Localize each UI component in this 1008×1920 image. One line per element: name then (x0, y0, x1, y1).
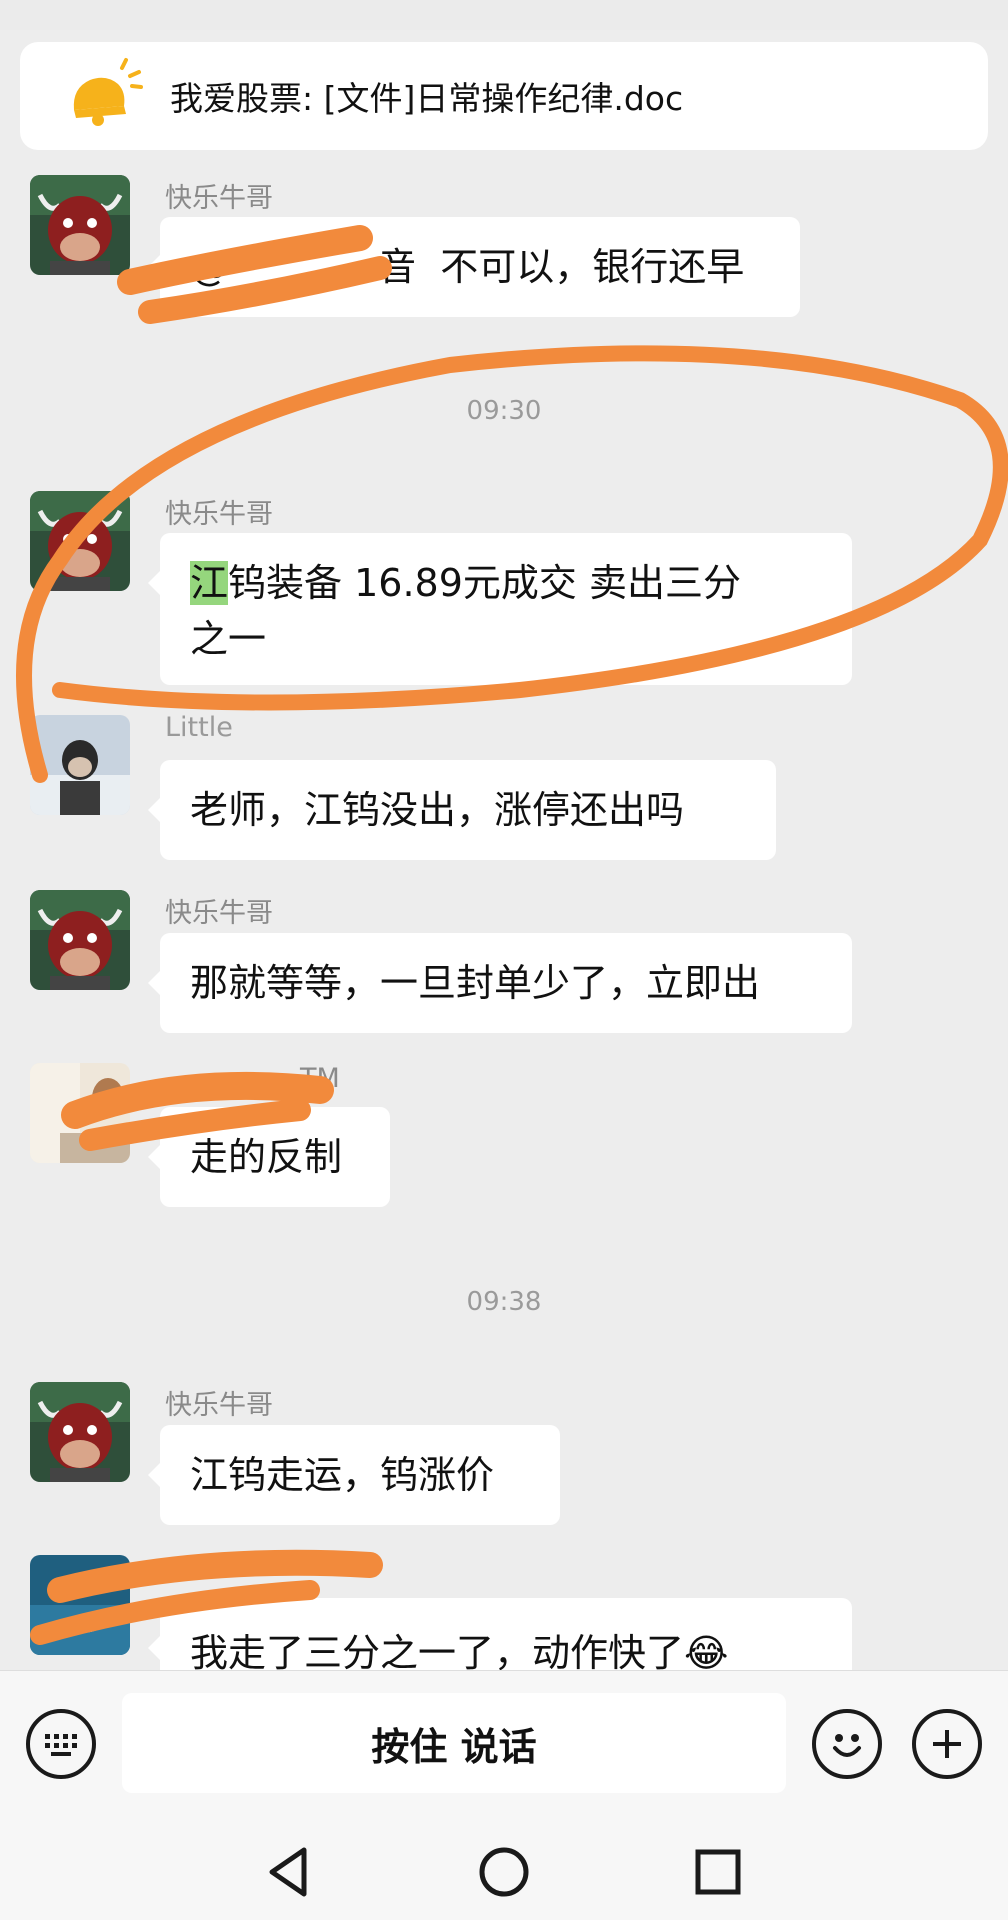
message-bubble[interactable]: 走的反制 (148, 1107, 390, 1207)
message-fragment: 音 (378, 245, 417, 289)
message-bubble[interactable]: @ 音 不可以，银行还早 (148, 217, 800, 317)
message-bubble[interactable]: 那就等等，一旦封单少了，立即出 (148, 933, 852, 1033)
laughing-emoji-icon: 😂 (684, 1631, 729, 1675)
emoji-icon[interactable] (812, 1709, 882, 1779)
avatar[interactable] (30, 175, 130, 275)
message-text: 钨装备 16.89元成交 卖出三分 (228, 561, 741, 605)
message-bubble[interactable]: 江钨装备 16.89元成交 卖出三分 之一 (148, 533, 852, 685)
highlighted-text: 江 (190, 561, 229, 605)
input-bar: 按住 说话 (0, 1670, 1008, 1821)
sender-name: 快乐牛哥 (165, 898, 273, 929)
avatar[interactable] (30, 1555, 130, 1655)
hold-to-talk-button[interactable]: 按住 说话 (122, 1693, 786, 1793)
sender-name: TM (300, 1063, 340, 1094)
avatar[interactable] (30, 890, 130, 990)
message-bubble[interactable]: 我走了三分之一了，动作快了😂 (148, 1598, 852, 1675)
message-text: 江钨走运，钨涨价 (190, 1453, 495, 1497)
user-avatar-icon (30, 715, 130, 815)
message-bubble[interactable]: 老师，江钨没出，涨停还出吗 (148, 760, 776, 860)
system-nav-bar (0, 1820, 1008, 1920)
sender-name: Little (165, 712, 233, 743)
recents-icon[interactable] (688, 1842, 748, 1902)
user-avatar-icon (30, 1063, 130, 1163)
bull-avatar-icon (30, 1382, 130, 1482)
home-icon[interactable] (474, 1842, 534, 1902)
plus-icon[interactable] (912, 1709, 982, 1779)
message-text: 老师，江钨没出，涨停还出吗 (190, 788, 685, 832)
bull-avatar-icon (30, 491, 130, 591)
pinned-text: 我爱股票: [文件]日常操作纪律.doc (170, 79, 684, 118)
message-text-line2: 之一 (190, 617, 267, 661)
message-text: 不可以，银行还早 (440, 245, 745, 289)
bull-avatar-icon (30, 175, 130, 275)
avatar[interactable] (30, 491, 130, 591)
sender-name: 快乐牛哥 (165, 183, 273, 214)
back-icon[interactable] (260, 1842, 320, 1902)
bull-avatar-icon (30, 890, 130, 990)
status-bar-fragment (0, 0, 1008, 30)
user-avatar-icon (30, 1555, 130, 1655)
sender-name: 快乐牛哥 (165, 499, 273, 530)
sender-name: 快乐牛哥 (165, 1390, 273, 1421)
avatar[interactable] (30, 715, 130, 815)
message-text: 那就等等，一旦封单少了，立即出 (190, 961, 761, 1005)
avatar[interactable] (30, 1063, 130, 1163)
timestamp: 09:30 (466, 396, 542, 426)
keyboard-icon[interactable] (26, 1709, 96, 1779)
message-bubble[interactable]: 江钨走运，钨涨价 (148, 1425, 560, 1525)
message-text: 走的反制 (190, 1135, 343, 1179)
bell-icon (73, 58, 143, 126)
pinned-announcement[interactable]: 我爱股票: [文件]日常操作纪律.doc (20, 42, 988, 150)
message-prefix: @ (190, 245, 228, 289)
timestamp: 09:38 (466, 1287, 542, 1317)
avatar[interactable] (30, 1382, 130, 1482)
message-text: 我走了三分之一了，动作快了 (190, 1631, 685, 1675)
